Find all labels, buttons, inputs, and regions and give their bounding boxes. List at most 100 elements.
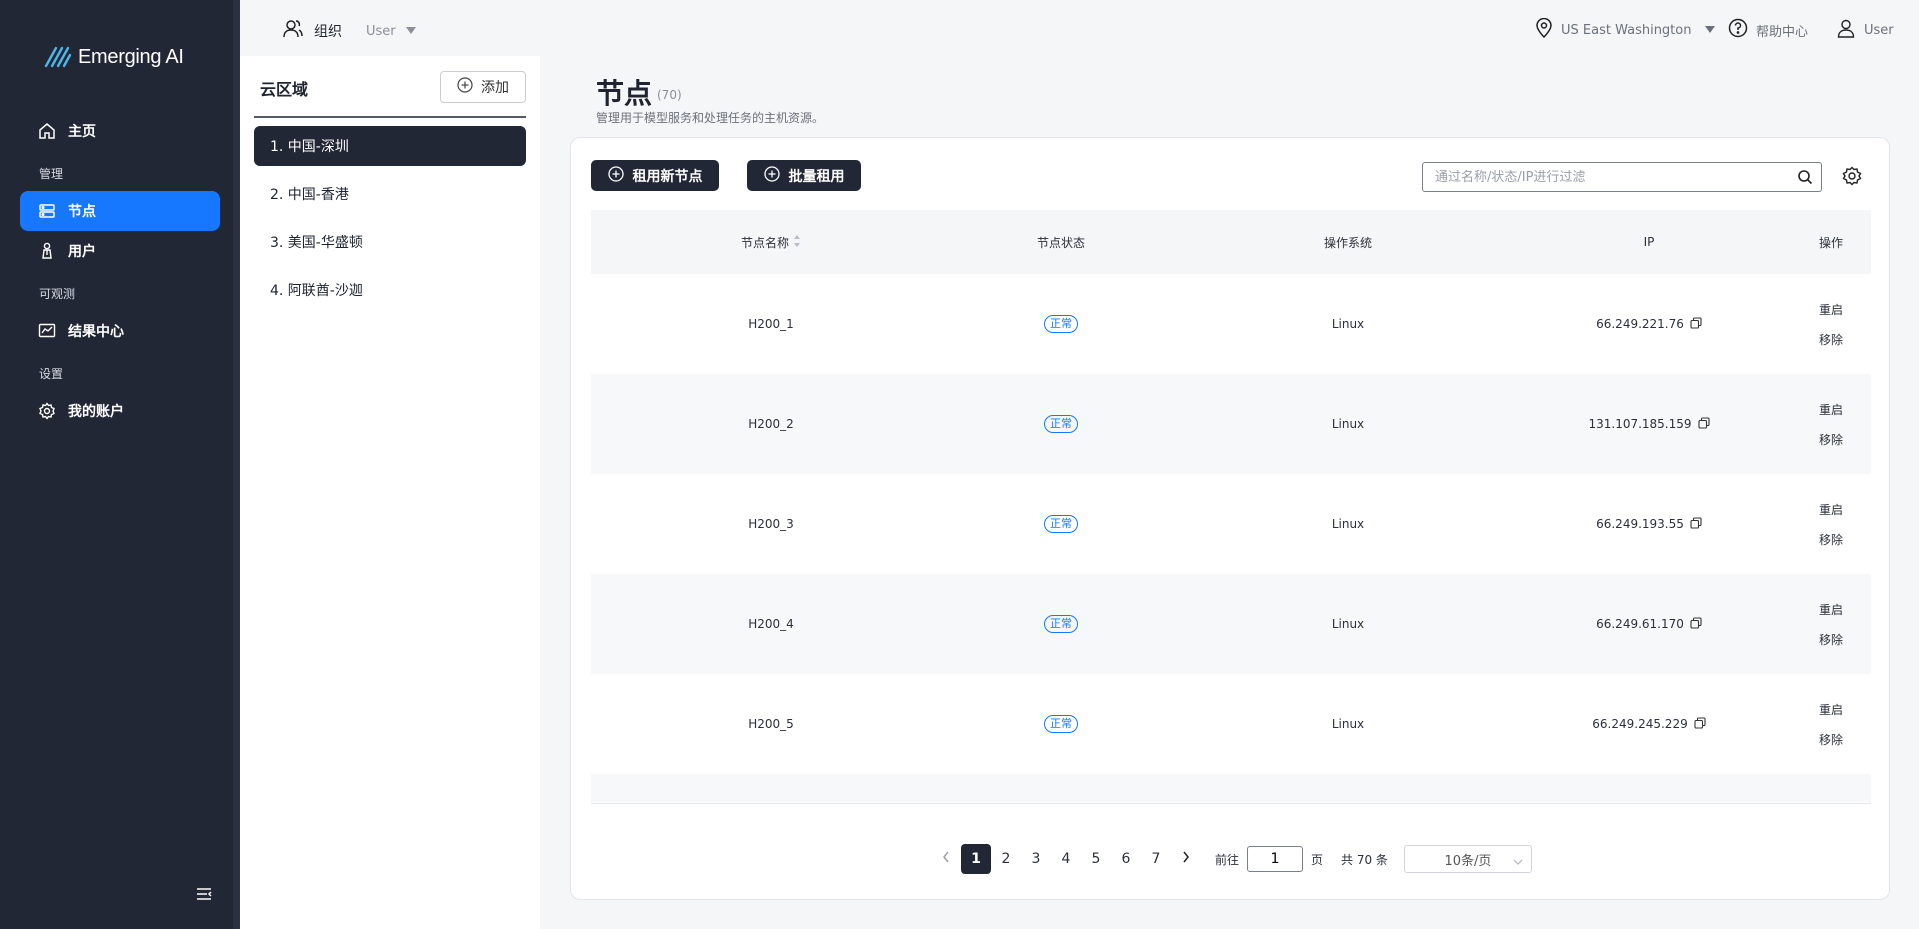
prev-page-button[interactable] bbox=[931, 844, 961, 874]
nav-item-results[interactable]: 结果中心 bbox=[20, 311, 220, 351]
region-panel: 云区域 添加 1. 中国-深圳 2. 中国-香港 3. 美国-华盛顿 4. 阿联… bbox=[240, 56, 540, 929]
region-item-shenzhen[interactable]: 1. 中国-深圳 bbox=[254, 126, 526, 166]
actions-cell: 重启 移除 bbox=[1801, 274, 1861, 374]
brand-logo[interactable]: Emerging AI bbox=[44, 42, 184, 72]
location-pin-icon bbox=[1535, 17, 1553, 42]
status-cell: 正常 bbox=[961, 374, 1161, 474]
column-header-name[interactable]: 节点名称 bbox=[671, 210, 871, 274]
table-row-partial bbox=[591, 774, 1871, 802]
search-icon[interactable] bbox=[1797, 169, 1813, 189]
help-center-link[interactable]: 帮助中心 bbox=[1728, 18, 1808, 42]
chevron-down-icon bbox=[1513, 855, 1523, 870]
goto-suffix: 页 bbox=[1311, 852, 1324, 867]
settings-icon[interactable] bbox=[1842, 166, 1862, 190]
help-label: 帮助中心 bbox=[1756, 24, 1809, 40]
column-header-os: 操作系统 bbox=[1323, 235, 1372, 250]
node-name: H200_5 bbox=[748, 717, 794, 731]
page-button-5[interactable]: 5 bbox=[1081, 844, 1111, 874]
page-size-value: 10条/页 bbox=[1444, 853, 1492, 869]
rent-new-node-label: 租用新节点 bbox=[632, 168, 703, 185]
nav-section-manage: 管理 bbox=[39, 167, 64, 181]
total-count: 共 70 条 bbox=[1341, 852, 1388, 867]
sort-icon[interactable] bbox=[793, 234, 801, 251]
region-item-washington[interactable]: 3. 美国-华盛顿 bbox=[254, 222, 526, 262]
user-tie-icon bbox=[38, 242, 56, 260]
nodes-card: 租用新节点 批量租用 节点名称 节点状态 操作系统 IP 操作 H200_1 正… bbox=[570, 137, 1890, 900]
remove-link[interactable]: 移除 bbox=[1819, 731, 1843, 748]
next-page-button[interactable] bbox=[1171, 844, 1201, 874]
restart-link[interactable]: 重启 bbox=[1819, 601, 1843, 618]
actions-cell: 重启 移除 bbox=[1801, 374, 1861, 474]
nav-item-nodes[interactable]: 节点 bbox=[20, 191, 220, 231]
os-cell: Linux bbox=[1331, 417, 1365, 431]
node-name: H200_3 bbox=[748, 517, 794, 531]
page-button-2[interactable]: 2 bbox=[991, 844, 1021, 874]
column-header-ip: IP bbox=[1643, 235, 1655, 249]
page-button-1[interactable]: 1 bbox=[961, 844, 991, 874]
os-cell: Linux bbox=[1331, 717, 1365, 731]
remove-link[interactable]: 移除 bbox=[1819, 631, 1843, 648]
remove-link[interactable]: 移除 bbox=[1819, 431, 1843, 448]
goto-page-input[interactable] bbox=[1247, 846, 1304, 872]
chevron-down-icon bbox=[1705, 23, 1716, 38]
remove-link[interactable]: 移除 bbox=[1819, 531, 1843, 548]
status-badge: 正常 bbox=[1044, 515, 1078, 533]
nav-item-label: 我的账户 bbox=[68, 404, 124, 420]
home-icon bbox=[38, 122, 56, 140]
restart-link[interactable]: 重启 bbox=[1819, 501, 1843, 518]
copy-icon[interactable] bbox=[1690, 516, 1702, 532]
search-input[interactable] bbox=[1435, 169, 1785, 185]
copy-icon[interactable] bbox=[1690, 316, 1702, 332]
ip-cell: 66.249.61.170 bbox=[1549, 574, 1749, 674]
batch-rent-button[interactable]: 批量租用 bbox=[747, 160, 861, 191]
menu-collapse-icon[interactable] bbox=[196, 886, 212, 906]
ip-address: 66.249.61.170 bbox=[1596, 617, 1684, 631]
user-label: User bbox=[1864, 22, 1894, 38]
org-label: 组织 bbox=[314, 24, 342, 40]
chart-icon bbox=[38, 322, 56, 340]
copy-icon[interactable] bbox=[1694, 716, 1706, 732]
page-button-7[interactable]: 7 bbox=[1141, 844, 1171, 874]
status-badge: 正常 bbox=[1044, 415, 1078, 433]
table-row: H200_5 正常 Linux 66.249.245.229 重启 移除 bbox=[591, 674, 1871, 774]
remove-link[interactable]: 移除 bbox=[1819, 331, 1843, 348]
copy-icon[interactable] bbox=[1697, 416, 1710, 432]
gear-icon bbox=[38, 402, 56, 420]
copy-icon[interactable] bbox=[1690, 616, 1702, 632]
column-header-status: 节点状态 bbox=[1036, 235, 1085, 250]
add-region-button[interactable]: 添加 bbox=[440, 71, 526, 103]
node-name: H200_1 bbox=[748, 317, 794, 331]
server-icon bbox=[38, 202, 56, 220]
restart-link[interactable]: 重启 bbox=[1819, 401, 1843, 418]
search-box bbox=[1422, 162, 1822, 192]
page-button-3[interactable]: 3 bbox=[1021, 844, 1051, 874]
user-menu[interactable]: User bbox=[1836, 18, 1894, 42]
table-row: H200_1 正常 Linux 66.249.221.76 重启 移除 bbox=[591, 274, 1871, 374]
rent-new-node-button[interactable]: 租用新节点 bbox=[591, 160, 719, 191]
restart-link[interactable]: 重启 bbox=[1819, 301, 1843, 318]
nav-item-label: 主页 bbox=[68, 124, 96, 140]
table-header: 节点名称 节点状态 操作系统 IP 操作 bbox=[591, 210, 1871, 274]
node-count: (70) bbox=[657, 88, 682, 102]
pagination: 1 2 3 4 5 6 7 前往 页 共 70 条 10条/页 bbox=[931, 844, 1532, 874]
nav-item-label: 用户 bbox=[68, 244, 96, 260]
org-switcher[interactable]: 组织 User bbox=[282, 18, 416, 44]
sidebar-scrollbar[interactable] bbox=[233, 0, 240, 929]
region-panel-title: 云区域 bbox=[260, 80, 309, 99]
restart-link[interactable]: 重启 bbox=[1819, 701, 1843, 718]
page-button-4[interactable]: 4 bbox=[1051, 844, 1081, 874]
nav-item-home[interactable]: 主页 bbox=[20, 111, 220, 151]
region-item-sharjah[interactable]: 4. 阿联酋-沙迦 bbox=[254, 270, 526, 310]
status-badge: 正常 bbox=[1044, 615, 1078, 633]
column-header-actions: 操作 bbox=[1818, 235, 1843, 250]
plus-circle-icon bbox=[457, 77, 473, 97]
ip-cell: 131.107.185.159 bbox=[1549, 374, 1749, 474]
region-selector[interactable]: US East Washington bbox=[1535, 17, 1716, 42]
nav-section-settings: 设置 bbox=[39, 367, 64, 381]
region-item-hongkong[interactable]: 2. 中国-香港 bbox=[254, 174, 526, 214]
org-user: User bbox=[366, 23, 396, 39]
page-size-select[interactable]: 10条/页 bbox=[1403, 845, 1532, 873]
nav-item-users[interactable]: 用户 bbox=[20, 231, 220, 271]
nav-item-account[interactable]: 我的账户 bbox=[20, 391, 220, 431]
page-button-6[interactable]: 6 bbox=[1111, 844, 1141, 874]
